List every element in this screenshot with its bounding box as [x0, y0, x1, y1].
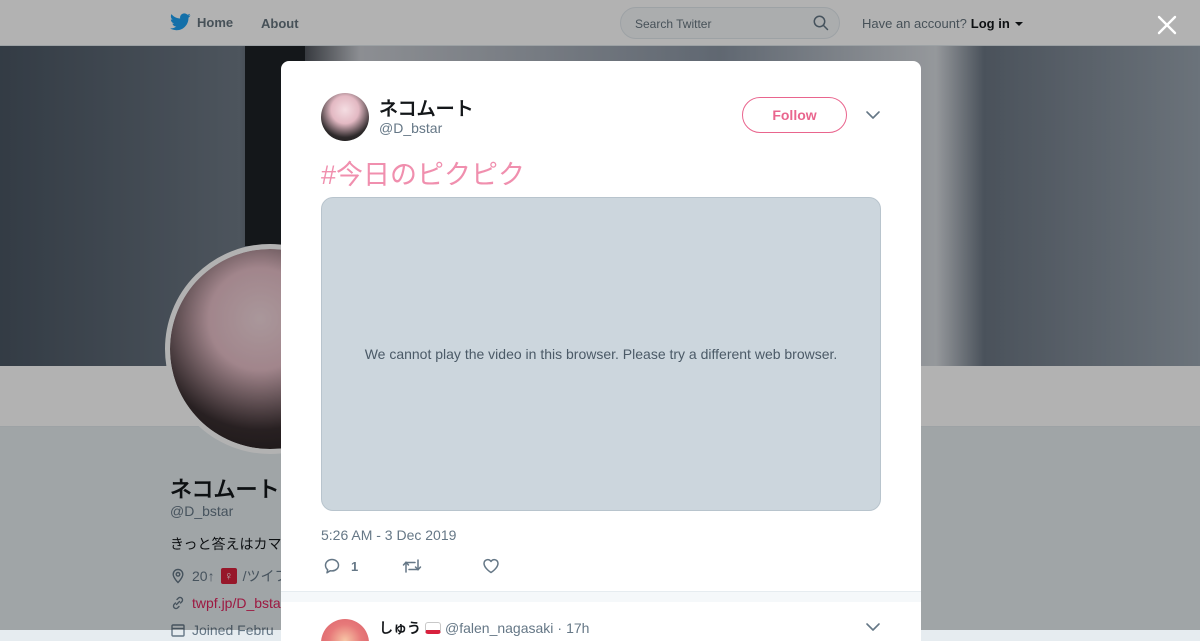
tweet-text[interactable]: #今日のピクピク — [321, 153, 525, 192]
video-unsupported-message: We cannot play the video in this browser… — [364, 346, 838, 362]
chevron-down-icon[interactable] — [865, 109, 881, 121]
heart-icon — [483, 558, 499, 574]
author-name[interactable]: ネコムート — [379, 94, 474, 121]
reply-separator: · — [557, 620, 563, 636]
drum-emoji — [425, 622, 441, 634]
reply-button[interactable]: 1 — [323, 557, 358, 575]
author-avatar[interactable] — [321, 93, 369, 141]
like-button[interactable] — [482, 557, 510, 575]
tweet-actions: 1 — [321, 557, 621, 577]
reply-chevron-down-icon[interactable] — [865, 621, 881, 633]
retweet-button[interactable] — [402, 557, 432, 575]
reply-count: 1 — [351, 558, 359, 574]
tweet-modal: ネコムート @D_bstar Follow #今日のピクピク We cannot… — [281, 61, 921, 641]
close-icon[interactable] — [1154, 12, 1180, 38]
reply-author-avatar[interactable] — [321, 619, 369, 641]
reply-header: しゅう @falen_nagasaki · 17h — [379, 618, 589, 638]
reply-author-name[interactable]: しゅう — [379, 618, 421, 638]
tweet-timestamp[interactable]: 5:26 AM - 3 Dec 2019 — [321, 527, 456, 543]
reply-icon — [324, 558, 340, 574]
retweet-icon — [402, 559, 422, 573]
author-handle[interactable]: @D_bstar — [379, 120, 442, 136]
replies-divider — [281, 591, 921, 602]
follow-button[interactable]: Follow — [742, 97, 847, 133]
reply-time[interactable]: 17h — [566, 620, 589, 636]
video-player[interactable]: We cannot play the video in this browser… — [321, 197, 881, 511]
reply-author-handle[interactable]: @falen_nagasaki — [445, 620, 553, 636]
